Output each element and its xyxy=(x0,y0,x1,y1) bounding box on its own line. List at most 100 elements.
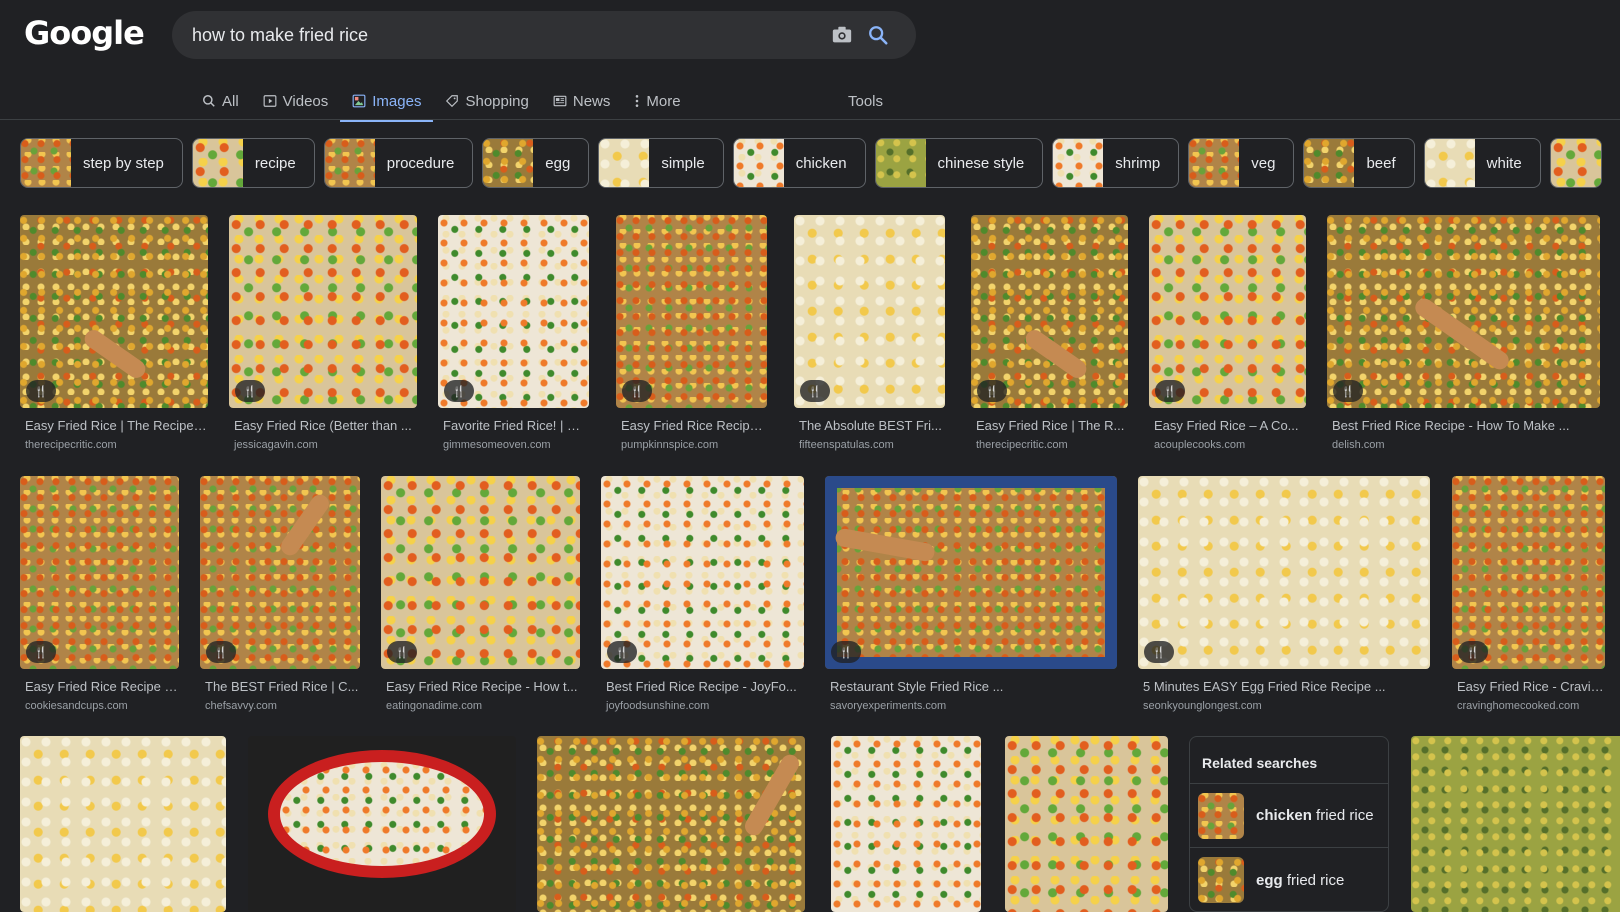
result-image[interactable]: 🍴 xyxy=(616,215,767,408)
result-image[interactable]: 🍴 xyxy=(20,476,179,669)
result-image[interactable] xyxy=(537,736,805,912)
tab-label: More xyxy=(646,92,681,110)
result-title[interactable]: Easy Fried Rice (Better than ... xyxy=(229,418,417,433)
image-result[interactable]: 🍴 Best Fried Rice Recipe - How To Make .… xyxy=(1327,215,1600,451)
image-result[interactable] xyxy=(1005,736,1168,912)
result-image[interactable] xyxy=(248,736,516,912)
result-title[interactable]: Easy Fried Rice | The Recipe ... xyxy=(20,418,208,433)
result-image[interactable]: 🍴 xyxy=(1138,476,1430,669)
result-image[interactable]: 🍴 xyxy=(20,215,208,408)
result-source[interactable]: savoryexperiments.com xyxy=(825,700,1117,712)
image-result[interactable]: 🍴 Easy Fried Rice | The R... therecipecr… xyxy=(971,215,1128,451)
result-title[interactable]: Easy Fried Rice Recipe - How t... xyxy=(381,679,580,694)
result-image[interactable]: 🍴 xyxy=(971,215,1128,408)
result-title[interactable]: The Absolute BEST Fri... xyxy=(794,418,945,433)
result-source[interactable]: cravinghomecooked.com xyxy=(1452,700,1605,712)
image-result[interactable]: 🍴 Easy Fried Rice - Cravin... cravinghom… xyxy=(1452,476,1605,712)
result-source[interactable]: chefsavvy.com xyxy=(200,700,360,712)
camera-icon[interactable] xyxy=(824,17,860,53)
result-image[interactable]: 🍴 xyxy=(200,476,360,669)
result-image[interactable]: 🍴 xyxy=(438,215,589,408)
image-result[interactable] xyxy=(537,736,805,912)
tab-all[interactable]: All xyxy=(190,82,251,120)
image-result[interactable]: 🍴 Best Fried Rice Recipe - JoyFo... joyf… xyxy=(601,476,804,712)
image-result[interactable]: 🍴 The BEST Fried Rice | C... chefsavvy.c… xyxy=(200,476,360,712)
image-result[interactable] xyxy=(20,736,226,912)
image-result[interactable]: 🍴 Easy Fried Rice Recipe - How t... eati… xyxy=(381,476,580,712)
result-title[interactable]: Easy Fried Rice Recipe -... xyxy=(20,679,179,694)
chip-beef[interactable]: beef xyxy=(1303,138,1415,188)
search-bar[interactable]: how to make fried rice xyxy=(172,11,916,59)
chip-step-by-step[interactable]: step by step xyxy=(20,138,183,188)
result-source[interactable]: therecipecritic.com xyxy=(971,439,1128,451)
result-source[interactable]: jessicagavin.com xyxy=(229,439,417,451)
result-source[interactable]: cookiesandcups.com xyxy=(20,700,179,712)
image-result[interactable] xyxy=(831,736,981,912)
image-result[interactable]: 🍴 Easy Fried Rice (Better than ... jessi… xyxy=(229,215,417,451)
play-icon xyxy=(263,95,277,107)
result-image[interactable] xyxy=(1005,736,1168,912)
tools-button[interactable]: Tools xyxy=(836,82,895,120)
result-source[interactable]: fifteenspatulas.com xyxy=(794,439,945,451)
result-image[interactable]: 🍴 xyxy=(1149,215,1306,408)
image-result[interactable]: 🍴 Easy Fried Rice Recipe -... cookiesand… xyxy=(20,476,179,712)
image-result[interactable]: 🍴 Easy Fried Rice Recipe ... pumpkinnspi… xyxy=(616,215,767,451)
chip-chicken[interactable]: chicken xyxy=(732,138,866,188)
result-image[interactable]: 🍴 xyxy=(229,215,417,408)
chip-shrimp[interactable]: shrimp xyxy=(1052,138,1180,188)
result-image[interactable] xyxy=(1411,736,1620,912)
result-image[interactable]: 🍴 xyxy=(1452,476,1605,669)
result-source[interactable]: seonkyounglongest.com xyxy=(1138,700,1430,712)
tab-videos[interactable]: Videos xyxy=(251,82,341,120)
chip-chinese-style[interactable]: chinese style xyxy=(874,138,1044,188)
chip-white[interactable]: white xyxy=(1423,138,1541,188)
image-result[interactable] xyxy=(1411,736,1620,912)
result-source[interactable]: acouplecooks.com xyxy=(1149,439,1306,451)
result-image[interactable]: 🍴 xyxy=(794,215,945,408)
result-title[interactable]: Best Fried Rice Recipe - JoyFo... xyxy=(601,679,804,694)
result-title[interactable]: Easy Fried Rice Recipe ... xyxy=(616,418,767,433)
image-result[interactable]: 🍴 Easy Fried Rice – A Co... acouplecooks… xyxy=(1149,215,1306,451)
result-image[interactable]: 🍴 xyxy=(1327,215,1600,408)
result-title[interactable]: Easy Fried Rice - Cravin... xyxy=(1452,679,1605,694)
chip-procedure[interactable]: procedure xyxy=(323,138,474,188)
result-source[interactable]: delish.com xyxy=(1327,439,1600,451)
google-logo[interactable]: Google xyxy=(24,14,145,52)
result-source[interactable]: eatingonadime.com xyxy=(381,700,580,712)
chip-simple[interactable]: simple xyxy=(598,138,724,188)
chip-more[interactable] xyxy=(1549,138,1602,188)
result-title[interactable]: Best Fried Rice Recipe - How To Make ... xyxy=(1327,418,1600,433)
search-icon[interactable] xyxy=(860,17,896,53)
chip-veg[interactable]: veg xyxy=(1188,138,1295,188)
result-title[interactable]: Restaurant Style Fried Rice ... xyxy=(825,679,1117,694)
tab-more[interactable]: More xyxy=(622,82,692,120)
result-image[interactable] xyxy=(20,736,226,912)
search-query[interactable]: how to make fried rice xyxy=(192,25,824,46)
tab-images[interactable]: Images xyxy=(340,82,434,122)
result-image[interactable]: 🍴 xyxy=(381,476,580,669)
result-title[interactable]: Favorite Fried Rice! | Gi... xyxy=(438,418,589,433)
tab-news[interactable]: News xyxy=(541,82,623,120)
result-source[interactable]: therecipecritic.com xyxy=(20,439,208,451)
image-result[interactable]: 🍴 Easy Fried Rice | The Recipe ... there… xyxy=(20,215,208,451)
image-result[interactable]: 🍴 5 Minutes EASY Egg Fried Rice Recipe .… xyxy=(1138,476,1430,712)
result-image[interactable]: 🍴 xyxy=(601,476,804,669)
result-source[interactable]: pumpkinnspice.com xyxy=(616,439,767,451)
image-result[interactable]: 🍴 The Absolute BEST Fri... fifteenspatul… xyxy=(794,215,945,451)
tab-shopping[interactable]: Shopping xyxy=(433,82,540,120)
related-search-egg[interactable]: egg fried rice xyxy=(1190,848,1388,912)
result-title[interactable]: The BEST Fried Rice | C... xyxy=(200,679,360,694)
result-image[interactable] xyxy=(831,736,981,912)
image-result[interactable]: 🍴 Restaurant Style Fried Rice ... savory… xyxy=(825,476,1117,712)
related-search-chicken[interactable]: chicken fried rice xyxy=(1190,784,1388,848)
result-image[interactable]: 🍴 xyxy=(825,476,1117,669)
image-result[interactable] xyxy=(248,736,516,912)
result-title[interactable]: 5 Minutes EASY Egg Fried Rice Recipe ... xyxy=(1138,679,1430,694)
result-title[interactable]: Easy Fried Rice | The R... xyxy=(971,418,1128,433)
chip-egg[interactable]: egg xyxy=(482,138,590,188)
image-result[interactable]: 🍴 Favorite Fried Rice! | Gi... gimmesome… xyxy=(438,215,589,451)
result-source[interactable]: joyfoodsunshine.com xyxy=(601,700,804,712)
chip-recipe[interactable]: recipe xyxy=(191,138,315,188)
result-title[interactable]: Easy Fried Rice – A Co... xyxy=(1149,418,1306,433)
result-source[interactable]: gimmesomeoven.com xyxy=(438,439,589,451)
